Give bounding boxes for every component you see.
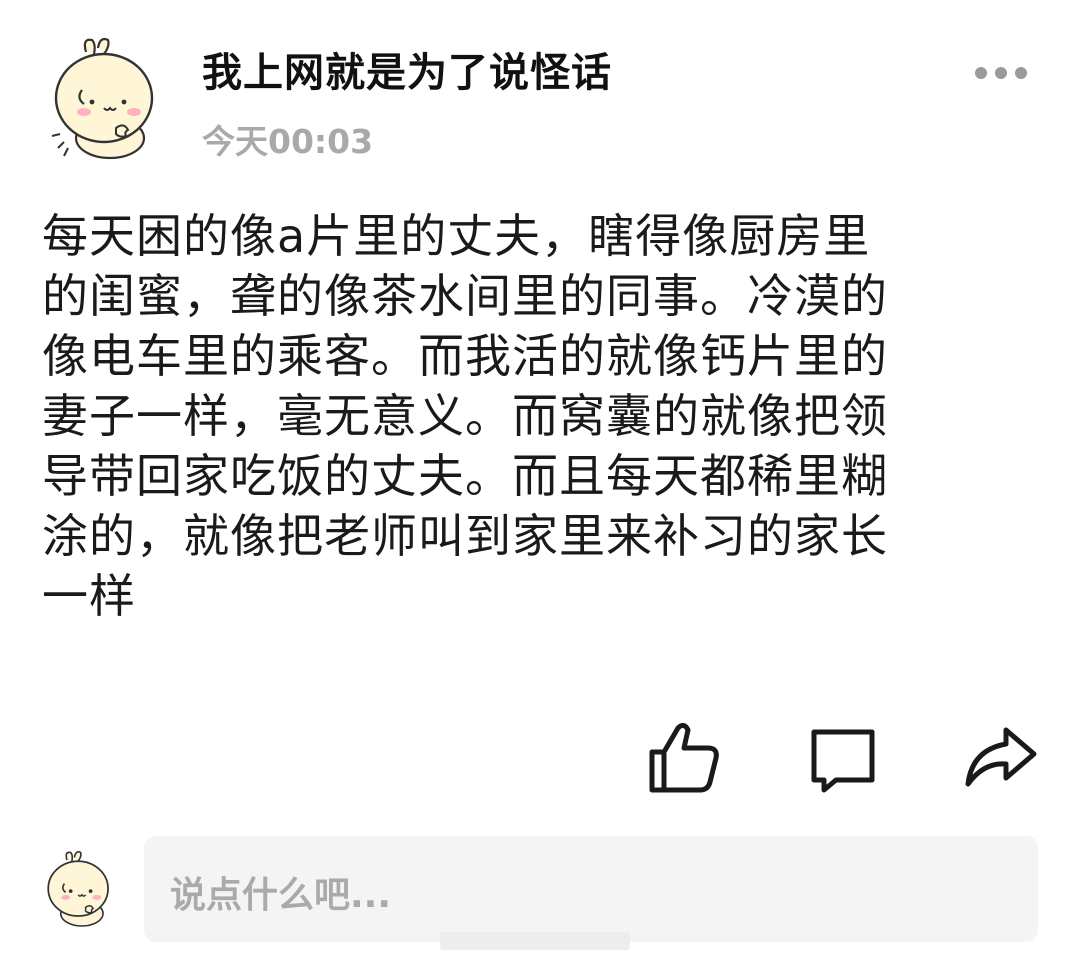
thumbs-up-icon bbox=[649, 722, 719, 793]
comment-button[interactable] bbox=[802, 718, 882, 798]
share-button[interactable] bbox=[960, 718, 1040, 798]
post-content-line: 妻子一样，毫无意义。而窝囊的就像把领 bbox=[42, 389, 888, 443]
post-content-line: 导带回家吃饭的丈夫。而且每天都稀里糊 bbox=[42, 449, 888, 503]
avatar-character-icon bbox=[51, 37, 154, 160]
post-content-line: 像电车里的乘客。而我活的就像钙片里的 bbox=[42, 329, 888, 383]
comment-bubble-icon bbox=[811, 729, 875, 793]
post-content-line: 每天困的像a片里的丈夫，瞎得像厨房里 bbox=[42, 209, 871, 263]
share-arrow-icon bbox=[965, 727, 1037, 787]
post-content-line: 涂的，就像把老师叫到家里来补习的家长 bbox=[42, 509, 888, 563]
like-button[interactable] bbox=[644, 718, 724, 798]
comment-input[interactable]: 说点什么吧... bbox=[144, 836, 1038, 942]
current-user-avatar bbox=[42, 848, 118, 928]
avatar-character-icon bbox=[47, 851, 109, 927]
author-name[interactable]: 我上网就是为了说怪话 bbox=[202, 40, 612, 98]
post-time: 今天00:03 bbox=[202, 122, 374, 161]
post-content-line: 一样 bbox=[42, 569, 136, 623]
post-content-line: 的闺蜜，聋的像茶水间里的同事。冷漠的 bbox=[42, 269, 888, 323]
more-dots-icon bbox=[975, 67, 1027, 79]
comment-input-placeholder: 说点什么吧... bbox=[170, 875, 392, 916]
author-avatar[interactable] bbox=[46, 34, 168, 160]
watermark-strip bbox=[440, 930, 630, 952]
post-content: 每天困的像a片里的丈夫，瞎得像厨房里 的闺蜜，聋的像茶水间里的同事。冷漠的 像电… bbox=[42, 206, 1032, 626]
more-options-button[interactable] bbox=[966, 56, 1036, 90]
